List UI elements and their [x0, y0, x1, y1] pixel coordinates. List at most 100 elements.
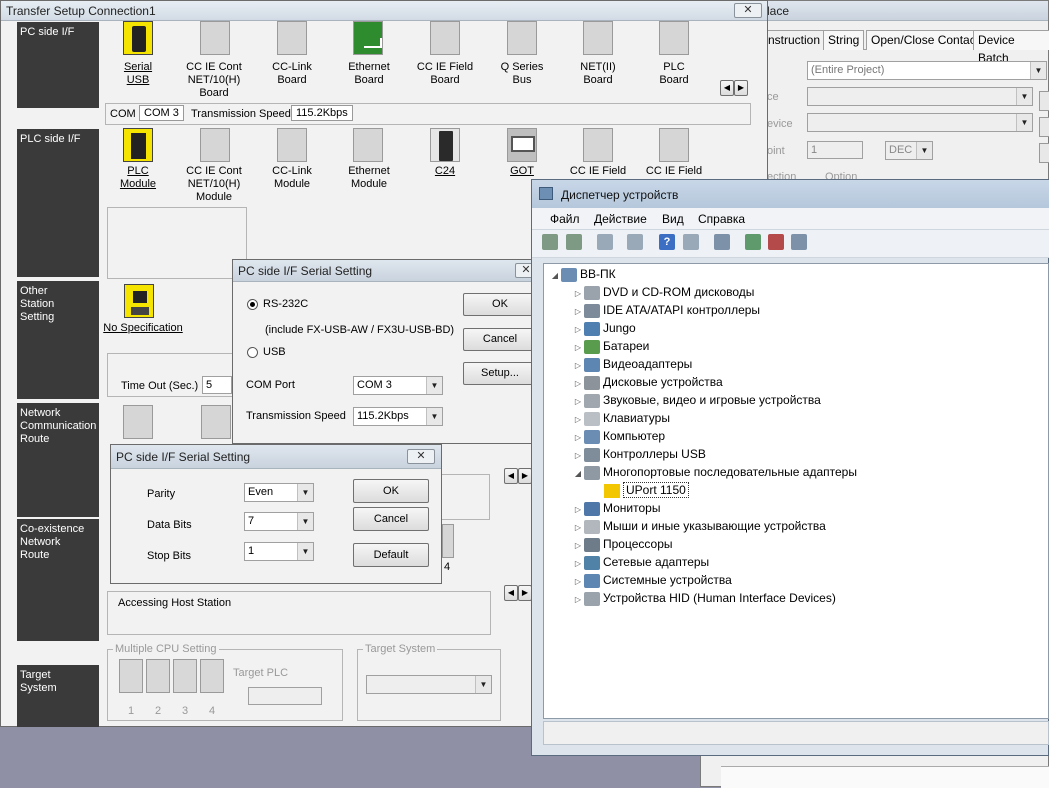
bg-side-button[interactable] [1039, 143, 1049, 163]
cc-ie-cont-board-icon[interactable] [200, 21, 230, 55]
tree-item-uport[interactable]: UPort 1150 [604, 481, 689, 499]
plc-module-body-icon [131, 133, 146, 159]
tree-item[interactable]: ▷ Видеоадаптеры [572, 355, 692, 373]
bg-side-button[interactable] [1039, 91, 1049, 111]
cc-ie-field-module-icon[interactable] [659, 128, 689, 162]
help-icon[interactable]: ? [659, 234, 675, 250]
tree-item[interactable]: ▷ Мыши и иные указывающие устройства [572, 517, 826, 535]
bg-select-2[interactable]: ▼ [807, 113, 1033, 132]
plc-if-label-c24[interactable]: C24 [414, 165, 476, 178]
c24-icon[interactable] [430, 128, 460, 162]
back-arrow-icon[interactable] [542, 234, 558, 250]
pc-if-label-serial-usb[interactable]: Serial USB [111, 61, 165, 87]
tree-item[interactable]: ▷ DVD и CD-ROM дисководы [572, 283, 754, 301]
serial-adapter-icon [584, 465, 600, 480]
parity-select[interactable]: Even ▼ [244, 483, 314, 502]
tree-item[interactable]: ▷ Jungo [572, 319, 636, 337]
tree-item[interactable]: ▷ Дисковые устройства [572, 373, 723, 391]
tree-item[interactable]: ▷ Мониторы [572, 499, 660, 517]
cpu-slot-icon[interactable] [173, 659, 197, 693]
ok-button[interactable]: OK [463, 293, 537, 316]
tree-item[interactable]: ◢ Многопортовые последовательные адаптеры [572, 463, 857, 481]
tree-item[interactable]: ▷ Клавиатуры [572, 409, 670, 427]
scroll-left-button[interactable]: ◀ [720, 80, 734, 96]
properties-icon[interactable] [627, 234, 643, 250]
com-port-select[interactable]: COM 3 ▼ [353, 376, 443, 395]
menu-item-action[interactable]: Действие [594, 212, 647, 226]
default-button[interactable]: Default [353, 543, 429, 567]
plc-board-icon[interactable] [659, 21, 689, 55]
data-bits-select[interactable]: 7 ▼ [244, 512, 314, 531]
cc-link-module-icon[interactable] [277, 128, 307, 162]
no-specification-icon[interactable] [124, 284, 154, 318]
cpu-slot-icon[interactable] [146, 659, 170, 693]
cc-ie-field-board-icon[interactable] [430, 21, 460, 55]
forward-arrow-icon[interactable] [566, 234, 582, 250]
rs232-radio[interactable]: RS-232C [247, 298, 308, 310]
bg-tab-open-close[interactable]: Open/Close Contact [866, 30, 985, 50]
cancel-button[interactable]: Cancel [353, 507, 429, 531]
console-tree-icon[interactable] [597, 234, 613, 250]
bg-radix-select[interactable]: DEC ▼ [885, 141, 933, 160]
scroll-left-button[interactable]: ◀ [504, 468, 518, 484]
timeout-field[interactable]: 5 [202, 376, 232, 394]
stop-bits-select[interactable]: 1 ▼ [244, 542, 314, 561]
plc-module-icon[interactable] [123, 128, 153, 162]
tree-item[interactable]: ▷ IDE ATA/ATAPI контроллеры [572, 301, 760, 319]
tree-item[interactable]: ▷ Системные устройства [572, 571, 732, 589]
tree-item[interactable]: ▷ Процессоры [572, 535, 673, 553]
scan-hardware-icon[interactable] [714, 234, 730, 250]
ethernet-module-icon[interactable] [353, 128, 383, 162]
ok-button[interactable]: OK [353, 479, 429, 503]
cc-link-board-icon[interactable] [277, 21, 307, 55]
q-series-bus-icon[interactable] [507, 21, 537, 55]
cpu-slot-icon[interactable] [119, 659, 143, 693]
bg-tab-instruction[interactable]: nstruction [763, 30, 826, 50]
menu-item-file[interactable]: Файл [550, 212, 580, 226]
usb-radio[interactable]: USB [247, 346, 286, 358]
plc-if-label-got[interactable]: GOT [493, 165, 551, 178]
net-ii-board-icon[interactable] [583, 21, 613, 55]
bg-side-button[interactable] [1039, 117, 1049, 137]
view-icon[interactable] [683, 234, 699, 250]
cc-ie-cont-module-icon[interactable] [200, 128, 230, 162]
menu-item-help[interactable]: Справка [698, 212, 745, 226]
uninstall-icon[interactable] [768, 234, 784, 250]
scroll-right-button[interactable]: ▶ [518, 468, 532, 484]
cc-ie-field-module-icon[interactable] [583, 128, 613, 162]
bg-tab-device-batch[interactable]: Device Batch [973, 30, 1049, 65]
close-icon[interactable]: ✕ [407, 449, 435, 464]
cancel-button[interactable]: Cancel [463, 328, 537, 351]
network-route-icon[interactable] [123, 405, 153, 439]
menu-item-view[interactable]: Вид [662, 212, 684, 226]
cpu-slot-icon[interactable] [200, 659, 224, 693]
bg-scope-select[interactable]: (Entire Project) ▼ [807, 61, 1047, 80]
scroll-left-button[interactable]: ◀ [504, 585, 518, 601]
bg-point-field[interactable]: 1 [807, 141, 863, 159]
target-system-select[interactable]: ▼ [366, 675, 492, 694]
tree-root[interactable]: ◢ ВВ-ПК [549, 265, 616, 283]
tree-item[interactable]: ▷ Звуковые, видео и игровые устройства [572, 391, 821, 409]
tree-item[interactable]: ▷ Батареи [572, 337, 649, 355]
scroll-right-button[interactable]: ▶ [518, 585, 532, 601]
update-driver-icon[interactable] [745, 234, 761, 250]
got-icon[interactable] [507, 128, 537, 162]
setup-button[interactable]: Setup... [463, 362, 537, 385]
ethernet-board-icon[interactable] [353, 21, 383, 55]
tree-item[interactable]: ▷ Контроллеры USB [572, 445, 706, 463]
disable-icon[interactable] [791, 234, 807, 250]
close-icon[interactable]: ✕ [734, 3, 762, 18]
scroll-right-button[interactable]: ▶ [734, 80, 748, 96]
bg-select-1[interactable]: ▼ [807, 87, 1033, 106]
tree-item[interactable]: ▷ Устройства HID (Human Interface Devices… [572, 589, 836, 607]
network-route-icon[interactable] [201, 405, 231, 439]
target-plc-field[interactable] [248, 687, 322, 705]
coexistence-icon[interactable] [442, 524, 454, 558]
plc-if-label-plc-module[interactable]: PLC Module [111, 165, 165, 191]
transmission-speed-select[interactable]: 115.2Kbps ▼ [353, 407, 443, 426]
tree-item[interactable]: ▷ Компьютер [572, 427, 665, 445]
tree-item[interactable]: ▷ Сетевые адаптеры [572, 553, 709, 571]
no-specification-link[interactable]: No Specification [103, 322, 183, 335]
serial-usb-icon[interactable] [123, 21, 153, 55]
bg-tab-string[interactable]: String [823, 30, 865, 50]
